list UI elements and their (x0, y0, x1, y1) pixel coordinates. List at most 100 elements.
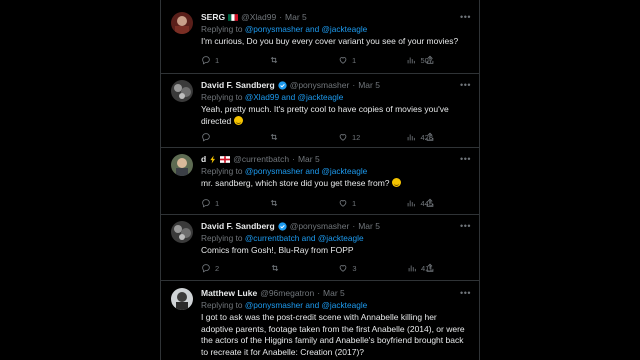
replying-to-link[interactable]: @currentbatch and @jackteagle (245, 233, 364, 243)
timestamp[interactable]: Mar 5 (298, 154, 320, 165)
avatar[interactable] (171, 12, 193, 34)
tweet-text: mr. sandberg, which store did you get th… (201, 178, 471, 190)
more-icon[interactable]: ••• (460, 12, 471, 22)
handle[interactable]: @ponysmasher (290, 221, 350, 232)
handle[interactable]: @ponysmasher (290, 80, 350, 91)
tweet-actions: 1 1 445 (201, 198, 433, 208)
handle[interactable]: @currentbatch (233, 154, 289, 165)
replying-to: Replying to @ponysmasher and @jackteagle (201, 166, 471, 177)
avatar[interactable] (171, 80, 193, 102)
replying-prefix: Replying to (201, 233, 243, 243)
tweet-thread: SERG @Xlad99 · Mar 5 ••• Replying to @po… (160, 0, 480, 360)
replying-to-link[interactable]: @ponysmasher and @jackteagle (245, 24, 367, 34)
timestamp[interactable]: Mar 5 (358, 221, 380, 232)
reply-icon (202, 264, 210, 273)
separator-dot: · (292, 154, 295, 164)
tweet[interactable]: d @currentbatch · Mar 5 ••• Replying to … (161, 148, 479, 215)
tweet-text: Comics from Gosh!, Blu-Ray from FOPP (201, 245, 354, 255)
tweet-header: David F. Sandberg @ponysmasher · Mar 5 (201, 80, 471, 91)
replying-prefix: Replying to (201, 92, 243, 102)
like-count: 1 (351, 55, 357, 65)
tweet[interactable]: SERG @Xlad99 · Mar 5 ••• Replying to @po… (161, 0, 479, 74)
reply-button[interactable]: 2 (201, 263, 251, 273)
like-button[interactable]: 1 (338, 198, 388, 208)
reply-count: 1 (215, 198, 220, 208)
tweet-header: SERG @Xlad99 · Mar 5 (201, 12, 471, 23)
tweet-text-body: mr. sandberg, which store did you get th… (201, 178, 390, 188)
thinking-emoji-icon (391, 178, 401, 187)
display-name[interactable]: Matthew Luke (201, 288, 257, 299)
like-icon (340, 265, 347, 272)
reply-count: 1 (215, 55, 220, 65)
share-icon[interactable] (425, 198, 435, 208)
display-name[interactable]: d (201, 154, 206, 165)
timestamp[interactable]: Mar 5 (323, 288, 345, 299)
replying-prefix: Replying to (201, 24, 243, 34)
share-icon[interactable] (425, 132, 435, 142)
display-name[interactable]: David F. Sandberg (201, 221, 275, 232)
tweet-text: I got to ask was the post-credit scene w… (201, 312, 465, 357)
reply-button[interactable]: 1 (201, 55, 251, 65)
tweet-actions: 2 3 411 (201, 263, 433, 273)
views-icon (408, 265, 416, 272)
share-icon[interactable] (425, 263, 435, 273)
avatar[interactable] (171, 288, 193, 310)
separator-dot: · (279, 12, 283, 22)
reply-icon (202, 133, 210, 142)
repost-button[interactable] (269, 55, 319, 65)
repost-icon (271, 199, 278, 207)
like-button[interactable]: 12 (338, 132, 388, 142)
tweet-header: David F. Sandberg @ponysmasher · Mar 5 (201, 221, 471, 232)
tweet-text: Yeah, pretty much. It's pretty cool to h… (201, 104, 471, 127)
replying-to-link[interactable]: @ponysmasher and @jackteagle (245, 300, 367, 310)
like-button[interactable]: 3 (338, 263, 388, 273)
handle[interactable]: @Xlad99 (241, 12, 276, 23)
reply-icon (202, 199, 210, 208)
separator-dot: · (317, 288, 321, 298)
england-flag-icon (220, 156, 231, 163)
verified-badge-icon (278, 222, 287, 231)
mexico-flag-icon (228, 14, 239, 21)
smile-emoji-icon (233, 115, 243, 125)
lightning-icon (210, 155, 216, 164)
replying-to-link[interactable]: @ponysmasher and @jackteagle (245, 166, 367, 176)
more-icon[interactable]: ••• (460, 80, 471, 90)
share-icon[interactable] (425, 55, 435, 65)
reply-button[interactable] (201, 132, 251, 142)
like-icon (339, 57, 347, 64)
views-icon (408, 134, 416, 141)
repost-icon (271, 133, 278, 141)
reply-button[interactable]: 1 (201, 198, 251, 208)
like-count: 3 (352, 263, 357, 273)
repost-button[interactable] (269, 198, 319, 208)
verified-badge-icon (278, 81, 287, 90)
replying-to: Replying to @currentbatch and @jackteagl… (201, 233, 471, 244)
handle[interactable]: @96megatron (260, 288, 314, 299)
views-icon (408, 57, 416, 64)
more-icon[interactable]: ••• (460, 154, 471, 164)
display-name[interactable]: SERG (201, 12, 225, 23)
tweet[interactable]: David F. Sandberg @ponysmasher · Mar 5 •… (161, 74, 479, 148)
timestamp[interactable]: Mar 5 (285, 12, 307, 23)
tweet[interactable]: Matthew Luke @96megatron · Mar 5 ••• Rep… (161, 281, 479, 360)
replying-prefix: Replying to (201, 300, 243, 310)
like-button[interactable]: 1 (338, 55, 388, 65)
separator-dot: · (352, 221, 356, 231)
timestamp[interactable]: Mar 5 (358, 80, 380, 91)
views-icon (408, 200, 416, 207)
tweet-actions: 12 428 (201, 132, 433, 142)
replying-to: Replying to @ponysmasher and @jackteagle (201, 300, 471, 311)
avatar[interactable] (171, 221, 193, 243)
tweet-header: d @currentbatch · Mar 5 (201, 154, 471, 165)
tweet[interactable]: David F. Sandberg @ponysmasher · Mar 5 •… (161, 215, 479, 281)
replying-to-link[interactable]: @Xlad99 and @jackteagle (245, 92, 344, 102)
repost-button[interactable] (270, 263, 320, 273)
tweet-text: I'm curious, Do you buy every cover vari… (201, 36, 459, 46)
repost-button[interactable] (269, 132, 319, 142)
reply-icon (202, 56, 210, 65)
more-icon[interactable]: ••• (460, 288, 471, 298)
avatar[interactable] (171, 154, 193, 176)
tweet-header: Matthew Luke @96megatron · Mar 5 (201, 288, 471, 299)
display-name[interactable]: David F. Sandberg (201, 80, 275, 91)
more-icon[interactable]: ••• (460, 221, 471, 231)
